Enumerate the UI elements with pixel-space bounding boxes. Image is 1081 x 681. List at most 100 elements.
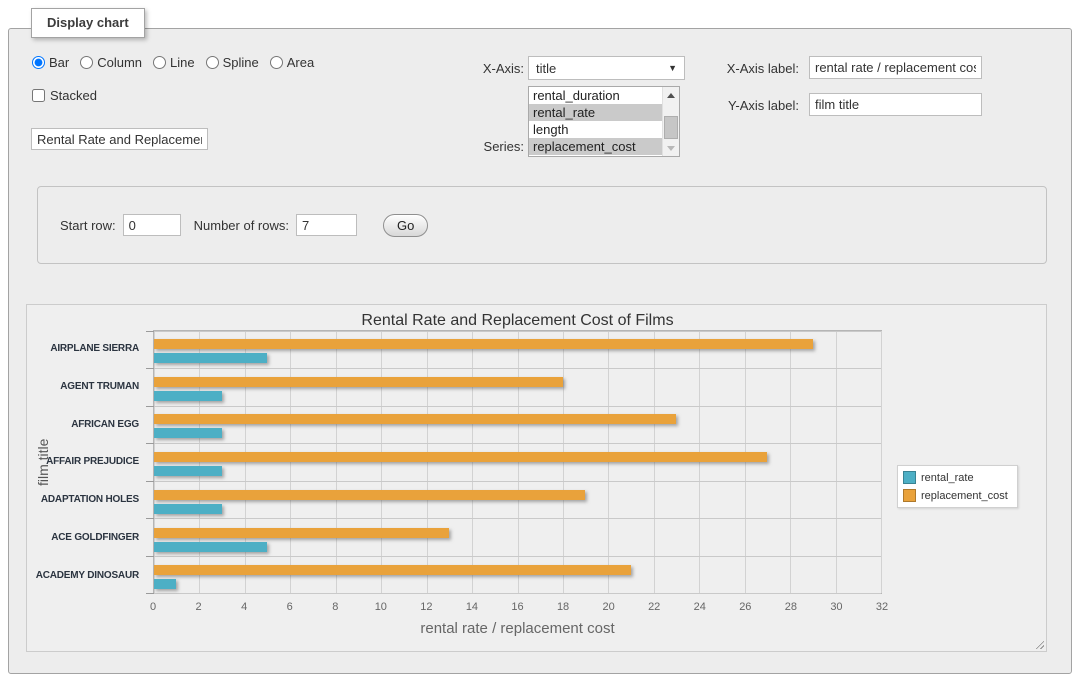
x-tick-label-12: 12: [420, 601, 432, 613]
y-axis-title: film title: [35, 330, 53, 594]
x-tick-label-6: 6: [287, 601, 293, 613]
scroll-up-icon[interactable]: [663, 87, 679, 103]
gridline-y-5: [154, 518, 881, 519]
y-axis-tick-mark: [146, 556, 154, 557]
x-tick-label-14: 14: [466, 601, 478, 613]
x-tick-label-0: 0: [150, 601, 156, 613]
x-axis-select[interactable]: title ▼: [528, 56, 685, 80]
resize-grip[interactable]: [1034, 639, 1044, 649]
bar-replacement_cost-airplane-sierra: [154, 339, 813, 349]
start-row-label: Start row:: [60, 218, 116, 233]
y-axis-tick-mark: [146, 368, 154, 369]
radio-label-column: Column: [97, 55, 142, 70]
x-tick-label-24: 24: [694, 601, 706, 613]
gridline-y-1: [154, 368, 881, 369]
panel-title: Display chart: [31, 8, 145, 38]
legend-label-replacement_cost: replacement_cost: [921, 490, 1008, 502]
series-options: rental_durationrental_ratelengthreplacem…: [529, 87, 662, 156]
x-tick-label-26: 26: [739, 601, 751, 613]
bar-rental_rate-affair-prejudice: [154, 466, 222, 476]
chart-type-option-bar[interactable]: Bar: [32, 55, 69, 70]
legend-item-rental_rate[interactable]: rental_rate: [903, 471, 1008, 484]
x-tick-label-4: 4: [241, 601, 247, 613]
chart-legend: rental_rate replacement_cost: [897, 465, 1018, 508]
y-axis-label-input[interactable]: [809, 93, 982, 116]
x-axis-title: rental rate / replacement cost: [153, 620, 882, 637]
chevron-down-icon: ▼: [668, 63, 677, 73]
go-button[interactable]: Go: [383, 214, 428, 237]
chart-type-option-area[interactable]: Area: [270, 55, 314, 70]
y-axis-tick-mark: [146, 593, 154, 594]
gridline-y-6: [154, 556, 881, 557]
bar-replacement_cost-academy-dinosaur: [154, 565, 631, 575]
series-option-rental_duration[interactable]: rental_duration: [529, 87, 662, 104]
legend-label-rental_rate: rental_rate: [921, 472, 974, 484]
bar-replacement_cost-african-egg: [154, 414, 676, 424]
x-axis-select-label: X-Axis:: [439, 61, 524, 76]
legend-swatch-rental_rate: [903, 471, 916, 484]
y-axis-tick-mark: [146, 443, 154, 444]
series-listbox: rental_durationrental_ratelengthreplacem…: [528, 86, 680, 157]
radio-column[interactable]: [80, 56, 93, 69]
gridline-x-32: [881, 331, 882, 593]
bar-rental_rate-airplane-sierra: [154, 353, 267, 363]
chart-title-input[interactable]: [31, 128, 208, 150]
bar-rental_rate-agent-truman: [154, 391, 222, 401]
scrollbar-thumb[interactable]: [664, 116, 678, 139]
radio-label-area: Area: [287, 55, 314, 70]
series-list-label: Series:: [439, 139, 524, 154]
chart-type-option-line[interactable]: Line: [153, 55, 195, 70]
x-axis-label-caption: X-Axis label:: [699, 61, 799, 76]
bar-rental_rate-ace-goldfinger: [154, 542, 267, 552]
chart-container: Rental Rate and Replacement Cost of Film…: [26, 304, 1047, 652]
x-axis-tick-labels: 02468101214161820222426283032: [153, 601, 882, 615]
gridline-x-30: [836, 331, 837, 593]
y-axis-tick-mark: [146, 481, 154, 482]
chart-type-option-spline[interactable]: Spline: [206, 55, 259, 70]
radio-line[interactable]: [153, 56, 166, 69]
y-axis-tick-mark: [146, 406, 154, 407]
radio-bar[interactable]: [32, 56, 45, 69]
x-tick-label-28: 28: [785, 601, 797, 613]
radio-label-line: Line: [170, 55, 195, 70]
bar-rental_rate-african-egg: [154, 428, 222, 438]
chart-title: Rental Rate and Replacement Cost of Film…: [153, 312, 882, 330]
bar-replacement_cost-agent-truman: [154, 377, 563, 387]
x-tick-label-8: 8: [332, 601, 338, 613]
num-rows-input[interactable]: [296, 214, 357, 236]
legend-swatch-replacement_cost: [903, 489, 916, 502]
series-option-rental_rate[interactable]: rental_rate: [529, 104, 662, 121]
x-tick-label-30: 30: [830, 601, 842, 613]
bar-rental_rate-adaptation-holes: [154, 504, 222, 514]
gridline-y-4: [154, 481, 881, 482]
bar-replacement_cost-affair-prejudice: [154, 452, 767, 462]
chart-type-option-column[interactable]: Column: [80, 55, 142, 70]
x-tick-label-18: 18: [557, 601, 569, 613]
gridline-x-28: [790, 331, 791, 593]
x-axis-label-input[interactable]: [809, 56, 982, 79]
listbox-scrollbar[interactable]: [662, 87, 679, 156]
y-axis-label-caption: Y-Axis label:: [699, 98, 799, 113]
num-rows-label: Number of rows:: [194, 218, 289, 233]
y-axis-tick-mark: [146, 331, 154, 332]
display-chart-panel: Display chart BarColumnLineSplineArea St…: [8, 28, 1072, 674]
start-row-input[interactable]: [123, 214, 181, 236]
x-tick-label-2: 2: [196, 601, 202, 613]
radio-spline[interactable]: [206, 56, 219, 69]
series-option-replacement_cost[interactable]: replacement_cost: [529, 138, 662, 155]
gridline-y-3: [154, 443, 881, 444]
x-tick-label-10: 10: [375, 601, 387, 613]
chart-plot-area: [153, 330, 882, 594]
stacked-label: Stacked: [50, 88, 97, 103]
radio-area[interactable]: [270, 56, 283, 69]
stacked-option[interactable]: Stacked: [32, 88, 97, 103]
y-axis-tick-mark: [146, 518, 154, 519]
stacked-checkbox[interactable]: [32, 89, 45, 102]
x-tick-label-16: 16: [511, 601, 523, 613]
series-option-length[interactable]: length: [529, 121, 662, 138]
legend-item-replacement_cost[interactable]: replacement_cost: [903, 489, 1008, 502]
bar-rental_rate-academy-dinosaur: [154, 579, 176, 589]
bar-replacement_cost-adaptation-holes: [154, 490, 585, 500]
scroll-down-icon[interactable]: [663, 140, 679, 156]
gridline-y-7: [154, 593, 881, 594]
